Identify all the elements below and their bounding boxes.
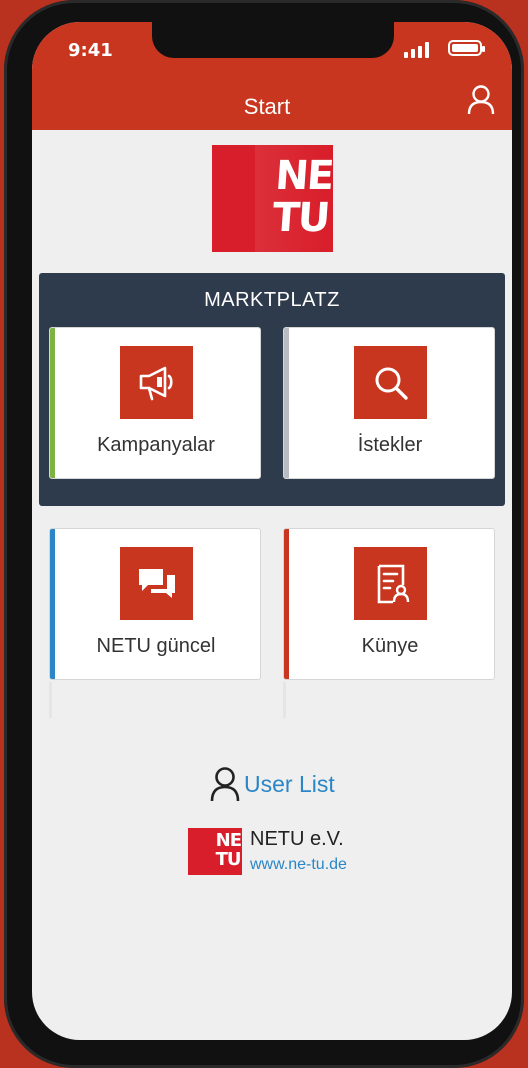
tile-istekler[interactable]: İstekler [283, 327, 495, 479]
tile-label: İstekler [357, 434, 423, 456]
footer-org-name: NETU e.V. [250, 828, 344, 850]
netu-logo: NE TU [212, 145, 333, 252]
status-bar: 9:41 [32, 22, 512, 78]
tile-kunye[interactable]: Künye [283, 528, 495, 680]
megaphone-icon [139, 366, 173, 400]
page-title: Start [243, 94, 291, 119]
app-screen: 9:41 Start NE TU MARKTPLATZ Kampanyalar … [32, 22, 512, 1040]
footer-logo-line2: TU [215, 849, 242, 870]
tile-label: Künye [361, 635, 419, 657]
signal-icon [404, 40, 429, 58]
tile-icon-box [354, 547, 427, 620]
status-time: 9:41 [68, 40, 113, 61]
phone-frame: 9:41 Start NE TU MARKTPLATZ Kampanyalar … [4, 0, 524, 1068]
id-document-icon [377, 564, 409, 603]
marketplace-title: MARKTPLATZ [204, 289, 340, 311]
notch [152, 22, 394, 58]
search-icon [375, 367, 408, 400]
tile-label: Kampanyalar [97, 434, 215, 456]
battery-icon [448, 40, 485, 56]
logo-text-line2: TU [271, 195, 331, 241]
footer-logo-line1: NE [215, 830, 242, 851]
divider [283, 682, 286, 718]
tile-icon-box [120, 346, 193, 419]
tile-label: NETU güncel [96, 635, 216, 657]
user-icon [467, 85, 495, 115]
chat-icon [138, 568, 175, 598]
divider [49, 682, 52, 718]
app-bar: Start [32, 78, 512, 130]
footer-logo: NE TU [188, 828, 242, 875]
profile-button[interactable] [466, 84, 496, 116]
user-list-label: User List [244, 770, 335, 797]
user-icon [210, 767, 240, 802]
footer-website-link[interactable]: www.ne-tu.de [250, 856, 347, 874]
tile-kampanyalar[interactable]: Kampanyalar [49, 327, 261, 479]
device-background: 9:41 Start NE TU MARKTPLATZ Kampanyalar … [0, 0, 528, 1068]
user-list-link[interactable]: User List [210, 766, 335, 802]
marketplace-panel: MARKTPLATZ Kampanyalar İstekler [39, 273, 505, 506]
logo-text-line1: NE [274, 153, 333, 199]
tile-icon-box [120, 547, 193, 620]
tile-netu-guncel[interactable]: NETU güncel [49, 528, 261, 680]
tile-icon-box [354, 346, 427, 419]
